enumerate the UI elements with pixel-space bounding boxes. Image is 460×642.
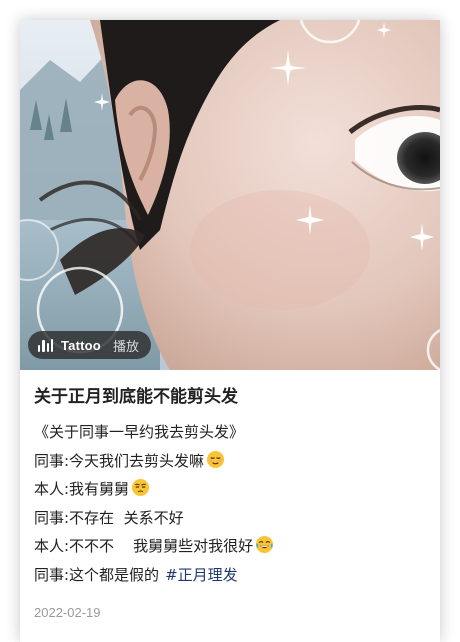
- post-line: 同事:今天我们去剪头发嘛: [34, 447, 426, 476]
- post-line: 《关于同事一早约我去剪头发》: [34, 423, 245, 441]
- audio-bars-icon: [38, 338, 53, 352]
- music-track-name: Tattoo: [61, 337, 101, 353]
- unamused-face-emoji: [132, 478, 150, 497]
- play-button[interactable]: 播放: [113, 336, 139, 355]
- post-line: 本人:我有舅舅: [34, 475, 426, 504]
- cover-image[interactable]: Tattoo 播放: [20, 20, 440, 370]
- music-tag[interactable]: Tattoo 播放: [28, 331, 151, 359]
- post-card: Tattoo 播放 关于正月到底能不能剪头发 《关于同事一早约我去剪头发》 同事…: [20, 20, 440, 642]
- cover-photo: [20, 20, 440, 370]
- post-title: 关于正月到底能不能剪头发: [34, 387, 238, 407]
- post-date: 2022-02-19: [34, 605, 101, 620]
- hashtag-link[interactable]: #正月理发: [165, 566, 238, 584]
- tears-of-joy-emoji: [256, 535, 274, 554]
- post-line: 本人:不不不 我舅舅些对我很好: [34, 532, 426, 561]
- post-content: 关于正月到底能不能剪头发 《关于同事一早约我去剪头发》 同事:今天我们去剪头发嘛…: [20, 370, 440, 620]
- post-line: 同事:这个都是假的 #正月理发: [34, 565, 238, 584]
- relieved-face-emoji: [207, 450, 225, 468]
- post-line: 同事:不存在 关系不好: [34, 508, 184, 527]
